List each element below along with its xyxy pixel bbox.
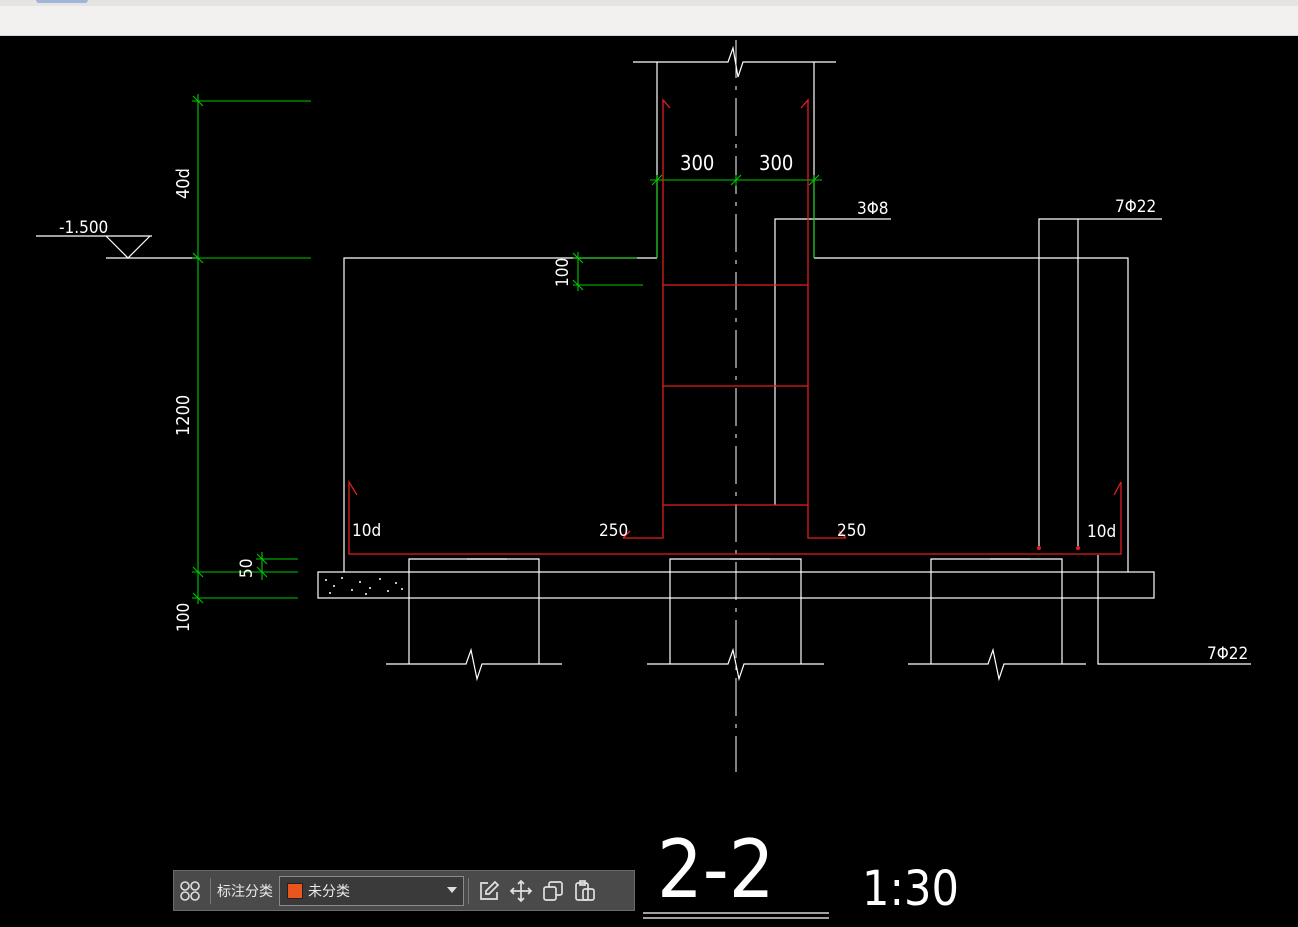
drawing-texts: -1.500 300 300 3Φ8 7Φ22 7Φ22 10d 10d 250…	[59, 151, 1248, 917]
dim-half-left: 300	[680, 151, 714, 175]
bend-left-label: 250	[599, 521, 628, 541]
rebar-column-right	[800, 98, 846, 539]
dim-cushion-label: 50	[237, 559, 257, 578]
bottom-bar-label: 7Φ22	[1207, 644, 1248, 664]
dim-height-label: 1200	[173, 395, 194, 436]
pile-right	[930, 558, 1063, 664]
paste-icon[interactable]	[569, 875, 601, 907]
stirrup-leader	[774, 218, 891, 505]
category-select[interactable]: 未分类	[279, 875, 464, 906]
rebar-column-left	[623, 98, 671, 539]
move-icon[interactable]	[505, 875, 537, 907]
drawing-svg: -1.500 300 300 3Φ8 7Φ22 7Φ22 10d 10d 250…	[36, 40, 1251, 919]
dimension-lines	[192, 94, 822, 604]
annotation-toolbar: 标注分类 未分类	[173, 870, 635, 911]
toolbar-divider	[210, 877, 211, 904]
stirrup-label: 3Φ8	[857, 199, 889, 219]
rebar-bottom-mesh	[348, 479, 1122, 555]
elevation-triangle	[105, 235, 151, 259]
dim-anchor-label: 40d	[173, 168, 194, 199]
title-strip	[0, 0, 1298, 6]
chevron-down-icon[interactable]	[447, 886, 457, 893]
grid-icon[interactable]	[174, 875, 206, 907]
rebar-lines	[348, 98, 1122, 555]
section-title: 2-2	[657, 823, 775, 916]
top-bar	[0, 0, 1298, 36]
pile-left	[408, 558, 540, 664]
bend-right-label: 250	[837, 521, 866, 541]
category-color-swatch	[287, 882, 303, 899]
copy-icon[interactable]	[537, 875, 569, 907]
outline-lines	[36, 45, 1251, 919]
pile-right-break	[908, 647, 1086, 682]
tab-indicator[interactable]	[36, 0, 88, 3]
hook-left-label: 10d	[352, 521, 381, 541]
column-break-line	[633, 45, 836, 78]
top-bar-label: 7Φ22	[1115, 197, 1156, 217]
cushion-hatch	[325, 577, 403, 595]
category-label: 标注分类	[217, 883, 273, 900]
pile-left-break	[386, 647, 562, 682]
hook-right-label: 10d	[1087, 522, 1116, 542]
section-scale: 1:30	[862, 861, 959, 917]
cad-canvas[interactable]: -1.500 300 300 3Φ8 7Φ22 7Φ22 10d 10d 250…	[0, 36, 1298, 927]
dim-step-label: 100	[553, 258, 573, 287]
rebar-dots	[1037, 546, 1080, 550]
edit-icon[interactable]	[473, 875, 505, 907]
top-bar-leader-a	[1038, 218, 1162, 546]
dim-bottom-label: 100	[174, 603, 194, 632]
category-value: 未分类	[308, 883, 350, 900]
toolbar-divider	[468, 877, 469, 904]
elevation-label: -1.500	[59, 218, 108, 238]
dim-half-right: 300	[759, 151, 793, 175]
